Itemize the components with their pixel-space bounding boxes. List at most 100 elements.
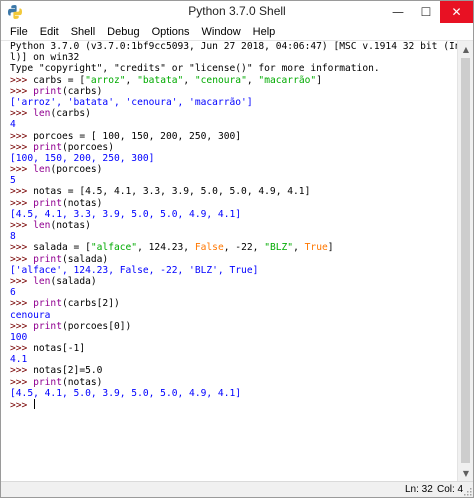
shell-text-segment: ['alface', 124.23, False, -22, 'BLZ', Tr… [10,264,259,276]
scroll-thumb[interactable] [461,58,470,463]
shell-prompt: >>> [10,164,34,176]
shell-prompt: >>> [10,242,34,254]
shell-text-segment: , -22, [223,242,265,254]
shell-line: >>> carbs = ["arroz", "batata", "cenoura… [10,75,457,86]
shell-text-area[interactable]: Python 3.7.0 (v3.7.0:1bf9cc5093, Jun 27 … [4,41,457,481]
shell-text-segment: , 124.23, [137,242,195,254]
shell-text-segment: "cenoura" [194,74,247,86]
shell-text-segment: (salada) [62,253,109,265]
shell-text-segment: Type "copyright", "credits" or "license(… [10,63,380,75]
menu-help[interactable]: Help [247,23,282,41]
shell-line: >>> salada = ["alface", 124.23, False, -… [10,242,457,253]
title-bar[interactable]: Python 3.7.0 Shell — ☐ ✕ [1,1,473,23]
shell-prompt: >>> [10,85,34,97]
scroll-up-arrow-icon[interactable]: ▲ [458,41,474,57]
shell-text-segment: True [304,242,328,254]
shell-prompt: >>> [10,186,34,198]
shell-text-segment: len [33,275,51,287]
shell-line: 8 [10,231,457,242]
shell-text-segment: print [33,141,62,153]
shell-text-segment: 100 [10,331,28,343]
shell-text-segment: (porcoes) [50,164,103,176]
shell-text-segment: notas[2]=5.0 [33,365,103,377]
shell-text-segment: print [33,298,62,310]
shell-text-segment: (notas) [62,376,103,388]
shell-line: >>> len(porcoes) [10,164,457,175]
scroll-down-arrow-icon[interactable]: ▼ [458,465,474,481]
menu-debug[interactable]: Debug [101,23,145,41]
shell-text-segment: , [125,74,138,86]
shell-text-segment: 8 [10,231,16,243]
shell-line: 4 [10,119,457,130]
shell-text-segment: 4 [10,119,16,131]
shell-prompt: >>> [10,197,34,209]
shell-text-segment: [100, 150, 200, 250, 300] [10,152,155,164]
resize-grip-icon[interactable] [462,486,472,496]
shell-line: >>> len(carbs) [10,108,457,119]
shell-prompt: >>> [10,275,34,287]
shell-text-segment: carbs = [ [33,74,86,86]
status-line-number: Ln: 32 [405,484,433,495]
shell-text-segment: , [183,74,195,86]
shell-line: >>> notas[2]=5.0 [10,365,457,376]
shell-line: Type "copyright", "credits" or "license(… [10,63,457,74]
shell-prompt: >>> [10,365,34,377]
shell-line: >>> notas[-1] [10,343,457,354]
shell-text-segment: (carbs) [50,108,91,120]
shell-text-segment: print [33,197,62,209]
shell-text-segment: [4.5, 4.1, 3.3, 3.9, 5.0, 5.0, 4.9, 4.1] [10,208,242,220]
shell-text-segment: "batata" [137,74,184,86]
shell-text-segment: notas[-1] [33,343,86,355]
shell-line: Python 3.7.0 (v3.7.0:1bf9cc5093, Jun 27 … [10,41,457,52]
shell-prompt: >>> [10,376,34,388]
menu-file[interactable]: File [4,23,34,41]
menu-options[interactable]: Options [146,23,196,41]
shell-prompt: >>> [10,400,34,411]
shell-line: >>> print(carbs) [10,86,457,97]
shell-line: [4.5, 4.1, 5.0, 3.9, 5.0, 5.0, 4.9, 4.1] [10,388,457,399]
shell-text-segment: ] [327,242,334,254]
shell-line: cenoura [10,310,457,321]
shell-text-segment: (carbs[2]) [62,298,120,310]
shell-text-segment: (porcoes[0]) [62,320,132,332]
shell-prompt: >>> [10,298,34,310]
shell-prompt: >>> [10,130,34,142]
text-cursor [34,399,36,409]
shell-line: [4.5, 4.1, 3.3, 3.9, 5.0, 5.0, 4.9, 4.1] [10,209,457,220]
close-button[interactable]: ✕ [440,1,473,23]
shell-text-segment: ['arroz', 'batata', 'cenoura', 'macarrão… [10,96,253,108]
menu-bar: File Edit Shell Debug Options Window Hel… [1,23,473,41]
menu-shell[interactable]: Shell [65,23,101,41]
menu-window[interactable]: Window [196,23,247,41]
shell-text-segment: print [33,320,62,332]
shell-text-segment: porcoes = [ 100, 150, 200, 250, 300] [33,130,242,142]
shell-text-segment: "alface" [90,242,138,254]
status-column-number: Col: 4 [437,484,464,495]
shell-line: >>> print(porcoes[0]) [10,321,457,332]
shell-line: >>> notas = [4.5, 4.1, 3.3, 3.9, 5.0, 5.… [10,186,457,197]
menu-edit[interactable]: Edit [34,23,65,41]
shell-line: l)] on win32 [10,52,457,63]
shell-line: >>> [10,399,457,411]
shell-prompt: >>> [10,320,34,332]
shell-line: >>> len(notas) [10,220,457,231]
shell-line: >>> print(porcoes) [10,142,457,153]
shell-text-segment: 4.1 [10,354,28,366]
shell-text-segment: salada = [ [33,242,91,254]
shell-prompt: >>> [10,74,34,86]
shell-prompt: >>> [10,220,34,231]
shell-line: 100 [10,332,457,343]
vertical-scrollbar[interactable]: ▲ ▼ [457,41,473,481]
idle-shell-window: Python 3.7.0 Shell — ☐ ✕ File Edit Shell… [0,0,474,498]
shell-prompt: >>> [10,253,34,265]
shell-text-segment: notas = [4.5, 4.1, 3.3, 3.9, 5.0, 5.0, 4… [33,186,311,198]
shell-line: >>> len(salada) [10,276,457,287]
shell-text-segment: cenoura [10,309,51,321]
shell-text-segment: len [33,108,51,120]
shell-text-segment: False [194,242,224,254]
maximize-button[interactable]: ☐ [412,1,440,23]
shell-line: ['alface', 124.23, False, -22, 'BLZ', Tr… [10,265,457,276]
minimize-button[interactable]: — [384,1,412,23]
shell-text-segment: ] [316,74,322,86]
shell-prompt: >>> [10,141,34,153]
